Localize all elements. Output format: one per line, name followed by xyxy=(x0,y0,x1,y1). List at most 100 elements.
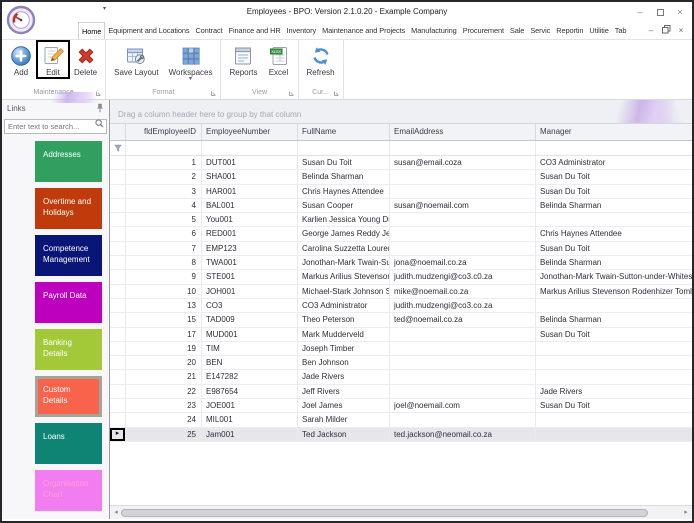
cell-fullname: Jonothan-Mark Twain-Sut... xyxy=(298,256,390,270)
mdi-minimize-button[interactable]: – xyxy=(644,26,658,35)
sidebar-item-organisation-chart[interactable]: Organisation Chart xyxy=(35,470,102,511)
sidebar-item-overtime-and-holidays[interactable]: Overtime and Holidays xyxy=(35,188,102,229)
tab-manufacturing[interactable]: Manufacturing xyxy=(408,22,460,39)
row-indicator xyxy=(110,198,126,213)
group-by-band[interactable]: Drag a column header here to group by th… xyxy=(110,100,692,124)
tab-finance-and-hr[interactable]: Finance and HR xyxy=(226,22,284,39)
table-row[interactable]: 17 MUD001 Mark Mudderveld Susan Du Toit xyxy=(110,327,692,342)
column-header-manager[interactable]: Manager xyxy=(536,124,692,140)
delete-icon xyxy=(75,44,97,67)
cell-emailaddress: mike@noemail.co.za xyxy=(390,284,536,298)
grid-filter-row[interactable] xyxy=(110,141,692,156)
sidebar-item-loans[interactable]: Loans xyxy=(35,423,102,464)
table-row[interactable]: 24 MIL001 Sarah Milder xyxy=(110,413,692,428)
grid-header-row: fldEmployeeID EmployeeNumber FullName Email… xyxy=(110,124,692,141)
tab-inventory[interactable]: Inventory xyxy=(284,22,320,39)
mdi-restore-button[interactable] xyxy=(659,25,673,36)
filter-cell-emailaddress[interactable] xyxy=(390,141,536,155)
table-row[interactable]: 7EMP123Carolina Suzzetta Lourens... Susan… xyxy=(110,241,692,257)
table-row[interactable]: 6 RED001 George James Reddy Jef... Chris Ha… xyxy=(110,227,692,242)
tab-reportin[interactable]: Reportin xyxy=(553,22,586,39)
row-indicator xyxy=(110,241,126,256)
scroll-right-icon[interactable]: ▸ xyxy=(680,506,692,519)
maximize-button[interactable] xyxy=(650,2,670,22)
links-search-input[interactable] xyxy=(4,119,107,134)
pin-icon[interactable] xyxy=(96,103,104,113)
filter-cell-manager[interactable] xyxy=(536,141,692,155)
edit-icon xyxy=(42,44,64,67)
sidebar-item-banking-details[interactable]: Banking Details xyxy=(35,329,102,370)
cell-employeenumber: TWA001 xyxy=(202,256,298,270)
minimize-button[interactable]: – xyxy=(630,2,650,22)
tab-sale[interactable]: Sale xyxy=(507,22,527,39)
refresh-button[interactable]: Refresh xyxy=(302,41,340,78)
tab-maintenance-and-projects[interactable]: Maintenance and Projects xyxy=(319,22,408,39)
cell-fldemployeeid: 10 xyxy=(126,284,202,298)
employees-grid: Drag a column header here to group by th… xyxy=(110,100,692,519)
table-row[interactable]: 9STE001Markus Arilius Stevenson ...judit… xyxy=(110,270,692,285)
horizontal-scrollbar[interactable]: ◂ ▸ xyxy=(110,505,692,519)
tab-equipment-and-locations[interactable]: Equipment and Locations xyxy=(105,22,192,39)
dialog-launcher-icon[interactable] xyxy=(333,91,339,96)
column-header-fldemployeeid[interactable]: fldEmployeeID xyxy=(126,124,202,140)
sidebar-item-competence-management[interactable]: Competence Management xyxy=(35,235,102,276)
table-row[interactable]: 13 CO3 CO3 Administrator judith.mudzengi@co… xyxy=(110,298,692,314)
cell-manager: Susan Du Toit xyxy=(540,186,590,196)
add-button[interactable]: Add xyxy=(5,41,37,78)
dialog-launcher-icon[interactable] xyxy=(211,91,216,96)
table-row[interactable]: 5You001Karlien Jessica Young Dun... xyxy=(110,213,692,228)
table-row[interactable]: 1 DUT001 Susan Du Toit susan@email.coza CO3 … xyxy=(110,156,692,171)
cell-manager: Chris Haynes Attendee xyxy=(540,229,622,239)
tab-tab[interactable]: Tab xyxy=(612,22,630,39)
table-row[interactable]: 3 HAR001 Chris Haynes Attendee Susan Du Toi… xyxy=(110,184,692,199)
ribbon-group-cur: Refresh Cur... xyxy=(299,40,344,99)
delete-button[interactable]: Delete xyxy=(69,41,102,78)
table-row[interactable]: 20 BEN Ben Johnson xyxy=(110,356,692,371)
save-layout-button[interactable]: Save Layout xyxy=(109,41,163,78)
table-row[interactable]: 4 BAL001 Susan Cooper susan@noemail.com Beli… xyxy=(110,198,692,214)
tab-contract[interactable]: Contract xyxy=(192,22,225,39)
cell-fldemployeeid: 2 xyxy=(126,170,202,184)
table-row[interactable]: 19 TIM Joseph Timber xyxy=(110,341,692,357)
cell-employeenumber: HAR001 xyxy=(202,184,298,198)
sidebar-item-payroll-data[interactable]: Payroll Data xyxy=(35,282,102,323)
tab-procurement[interactable]: Procurement xyxy=(460,22,507,39)
table-row[interactable]: 8 TWA001 Jonothan-Mark Twain-Sut... jona@no… xyxy=(110,256,692,271)
cell-fullname: Sarah Milder xyxy=(298,413,390,427)
cell-fldemployeeid: 19 xyxy=(126,341,202,356)
button-label: Edit xyxy=(46,68,60,77)
reports-button[interactable]: Reports xyxy=(224,41,262,78)
column-header-emailaddress[interactable]: EmailAddress xyxy=(390,124,536,140)
close-button[interactable]: × xyxy=(670,2,690,22)
column-header-fullname[interactable]: FullName xyxy=(298,124,390,140)
scrollbar-thumb[interactable] xyxy=(121,509,648,517)
sidebar-item-addresses[interactable]: Addresses xyxy=(35,141,102,182)
search-icon xyxy=(95,119,104,128)
table-row[interactable]: 15 TAD009 Theo Peterson ted@noemail.co.za Be… xyxy=(110,313,692,328)
table-row[interactable]: 10JOH001Michael-Stark Johnson St...mike@… xyxy=(110,284,692,299)
filter-cell-employeenumber[interactable] xyxy=(202,141,298,155)
table-row[interactable]: 22 E987654 Jeff Rivers Jade Rivers xyxy=(110,384,692,400)
workspaces-button[interactable]: Workspaces ▾ xyxy=(164,41,218,83)
dialog-launcher-icon[interactable] xyxy=(96,91,101,96)
tab-home[interactable]: Home xyxy=(78,22,106,39)
cell-employeenumber: Jam001 xyxy=(202,427,298,441)
cell-fullname: Markus Arilius Stevenson ... xyxy=(298,270,390,284)
app-logo-icon[interactable] xyxy=(6,5,36,35)
tab-utilitie[interactable]: Utilitie xyxy=(586,22,611,39)
table-row[interactable]: 21 E147282 Jade Rivers xyxy=(110,370,692,385)
table-row[interactable]: 2 SHA001 Belinda Sharman Susan Du Toit xyxy=(110,170,692,185)
row-indicator xyxy=(110,156,126,170)
filter-cell-fullname[interactable] xyxy=(298,141,390,155)
table-row[interactable]: ▸ 25 Jam001 Ted Jackson ted.jackson@neomail.… xyxy=(110,427,692,442)
dialog-launcher-icon[interactable] xyxy=(288,91,294,96)
tab-servic[interactable]: Servic xyxy=(527,22,553,39)
filter-cell-fldemployeeid[interactable] xyxy=(126,141,202,155)
row-indicator xyxy=(110,256,126,270)
table-row[interactable]: 23 JOE001 Joel James joel@noemail.com Susan … xyxy=(110,399,692,414)
mdi-close-button[interactable]: × xyxy=(674,26,688,35)
sidebar-item-custom-details[interactable]: Custom Details xyxy=(35,376,102,417)
excel-button[interactable]: XLSX Excel xyxy=(263,41,295,78)
column-header-employeenumber[interactable]: EmployeeNumber xyxy=(202,124,298,140)
edit-button[interactable]: Edit xyxy=(36,40,70,79)
